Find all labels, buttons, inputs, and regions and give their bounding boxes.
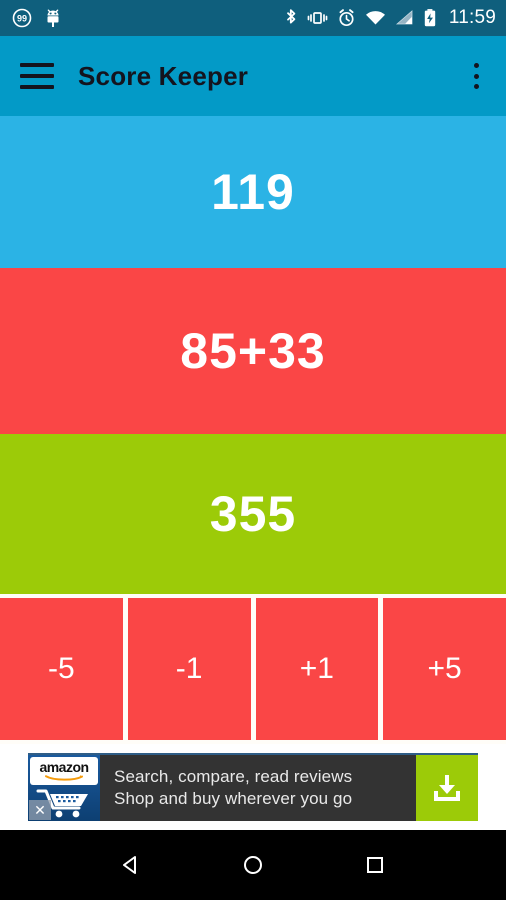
ad-logo: amazon ✕ <box>28 755 100 821</box>
android-nav-bar <box>0 830 506 900</box>
score-panels: 119 85+33 355 <box>0 116 506 594</box>
vibrate-icon <box>307 8 328 28</box>
amazon-smile-icon <box>45 775 83 781</box>
app-root: 99 11:59 Score Keeper 119 85+33 355 -5 -… <box>0 0 506 900</box>
hamburger-menu-icon[interactable] <box>20 63 54 89</box>
nav-back-button[interactable] <box>111 845 151 885</box>
score-button-row: -5 -1 +1 +5 <box>0 594 506 744</box>
notification-count-99-icon: 99 <box>12 8 32 28</box>
status-bar-right-icons: 11:59 <box>285 7 496 29</box>
ad-text: Search, compare, read reviews Shop and b… <box>100 755 416 821</box>
wifi-icon <box>365 8 386 28</box>
score-button-minus-1[interactable]: -1 <box>127 598 251 740</box>
app-bar: Score Keeper <box>0 36 506 116</box>
score-button-plus-1[interactable]: +1 <box>255 598 379 740</box>
ad-subline: Shop and buy wherever you go <box>114 789 353 808</box>
download-icon <box>434 775 460 801</box>
page-title: Score Keeper <box>78 60 249 91</box>
score-panel-green[interactable]: 355 <box>0 434 506 594</box>
bluetooth-icon <box>285 8 298 28</box>
score-button-plus-5[interactable]: +5 <box>383 598 506 740</box>
score-value-blue: 119 <box>211 164 295 220</box>
cellular-signal-icon <box>395 8 414 28</box>
overflow-menu-icon[interactable] <box>462 61 490 91</box>
nav-home-button[interactable] <box>233 845 273 885</box>
score-button-minus-5[interactable]: -5 <box>0 598 123 740</box>
ad-headline: Search, compare, read reviews <box>114 767 353 786</box>
ad-banner[interactable]: amazon ✕ Search, compare, read reviews S… <box>28 753 478 821</box>
ad-close-button[interactable]: ✕ <box>29 800 51 820</box>
ad-banner-container: amazon ✕ Search, compare, read reviews S… <box>0 744 506 830</box>
amazon-wordmark: amazon <box>39 759 89 775</box>
shopping-cart-icon: ✕ <box>28 785 100 821</box>
amazon-logo: amazon <box>30 757 98 785</box>
android-bug-icon <box>44 8 62 28</box>
ad-download-button[interactable] <box>416 755 478 821</box>
status-bar: 99 11:59 <box>0 0 506 36</box>
score-panel-blue[interactable]: 119 <box>0 116 506 268</box>
score-value-green: 355 <box>209 486 297 542</box>
score-panel-red[interactable]: 85+33 <box>0 268 506 434</box>
status-bar-clock: 11:59 <box>448 7 496 28</box>
recents-square-icon <box>367 857 383 873</box>
battery-charging-icon <box>423 8 437 28</box>
home-circle-icon <box>244 856 262 874</box>
back-triangle-icon <box>123 856 136 874</box>
svg-text:99: 99 <box>17 14 27 24</box>
score-value-red: 85+33 <box>180 323 326 379</box>
nav-recents-button[interactable] <box>355 845 395 885</box>
status-bar-left-icons: 99 <box>12 8 62 28</box>
alarm-clock-icon <box>337 8 356 28</box>
